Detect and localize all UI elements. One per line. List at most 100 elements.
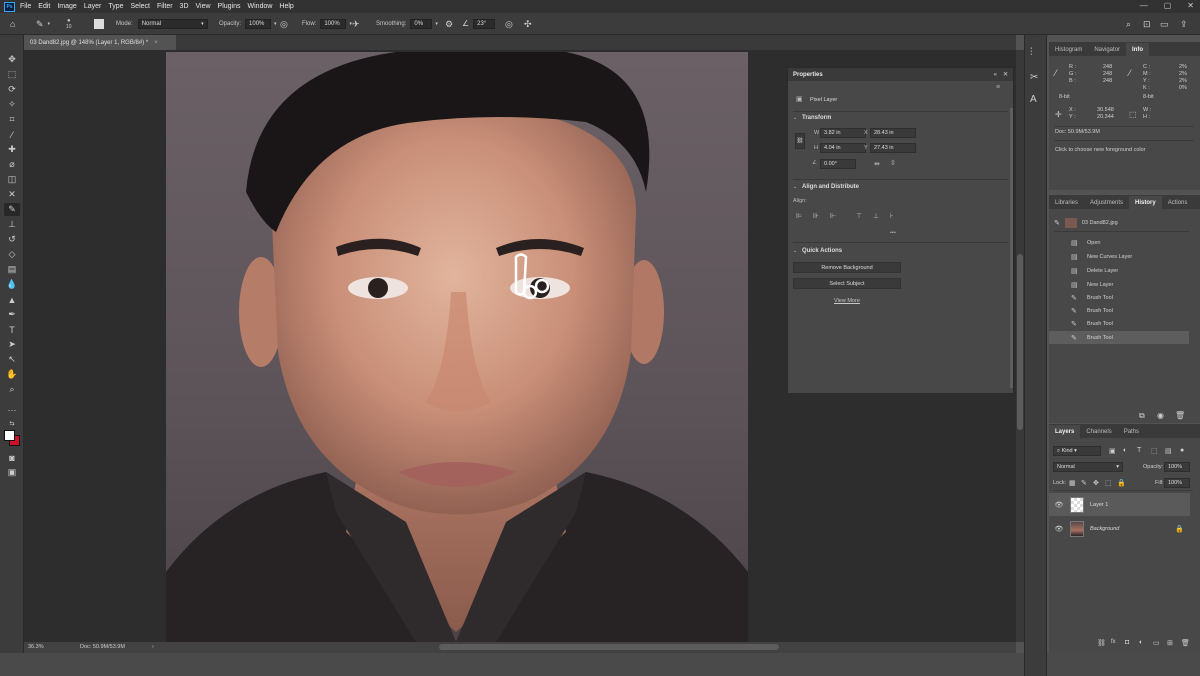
brush-tool-icon[interactable]: ✎ <box>4 203 20 216</box>
more-tools-icon[interactable]: ··· <box>4 403 20 416</box>
menu-select[interactable]: Select <box>131 3 150 10</box>
panel-menu-icon[interactable]: ≡ <box>996 84 1000 91</box>
pen-tool-icon[interactable]: ✒ <box>4 308 20 321</box>
menu-plugins[interactable]: Plugins <box>218 3 241 10</box>
link-dimensions-icon[interactable]: ⛓ <box>795 133 805 149</box>
properties-header[interactable]: Properties « ✕ <box>788 68 1013 81</box>
histogram-icon[interactable]: ⫶ <box>1030 47 1033 58</box>
delete-layer-icon[interactable]: 🗑 <box>1181 639 1190 647</box>
collapse-icon[interactable]: « <box>994 72 997 78</box>
tab-libraries[interactable]: Libraries <box>1049 196 1084 209</box>
pressure-opacity-icon[interactable]: ◎ <box>280 13 288 35</box>
mode-select[interactable]: Normal ▾ <box>137 19 208 29</box>
filter-type-icon[interactable]: T <box>1137 447 1141 454</box>
flip-vertical-icon[interactable]: ⇳ <box>890 159 896 167</box>
portrait-photo[interactable] <box>166 52 748 642</box>
width-field[interactable]: 3.82 in <box>820 128 866 138</box>
menu-file[interactable]: File <box>20 3 31 10</box>
move-tool-icon[interactable]: ✥ <box>4 53 20 66</box>
filter-toggle-icon[interactable]: ● <box>1180 447 1184 454</box>
angle-field[interactable]: 0.00° <box>820 159 856 169</box>
visibility-eye-icon[interactable]: 👁 <box>1054 525 1064 533</box>
default-colors-icon[interactable]: ⇆ <box>4 417 20 430</box>
menu-view[interactable]: View <box>196 3 211 10</box>
menu-help[interactable]: Help <box>279 3 293 10</box>
menu-layer[interactable]: Layer <box>84 3 102 10</box>
screen-mode-icon[interactable]: ▣ <box>4 466 20 479</box>
menu-edit[interactable]: Edit <box>38 3 50 10</box>
layer-row[interactable]: 👁 Layer 1 <box>1049 493 1190 516</box>
layer-name[interactable]: Layer 1 <box>1090 502 1108 508</box>
align-right-icon[interactable]: ⊩ <box>830 212 836 220</box>
lock-pixels-icon[interactable]: ✎ <box>1081 479 1087 487</box>
history-item[interactable]: ✎ Brush Tool <box>1049 304 1189 317</box>
angle-input[interactable]: 23° <box>473 19 496 29</box>
more-options-icon[interactable]: ••• <box>890 230 896 236</box>
transform-chevron-icon[interactable]: ⌄ <box>793 115 797 121</box>
red-eye-icon[interactable]: ✕ <box>4 188 20 201</box>
filter-adjustment-icon[interactable]: ◐ <box>1123 447 1127 454</box>
frame-tool-icon[interactable]: ◫ <box>4 173 20 186</box>
height-field[interactable]: 4.04 in <box>820 143 866 153</box>
status-arrow-icon[interactable]: › <box>152 644 154 650</box>
flow-input[interactable]: 100% <box>320 19 347 29</box>
path-selection-icon[interactable]: ➤ <box>4 338 20 351</box>
history-brush-icon[interactable]: ↺ <box>4 233 20 246</box>
eyedropper-tool-icon[interactable]: ⁄ <box>4 128 20 141</box>
magic-wand-icon[interactable]: ✧ <box>4 98 20 111</box>
lasso-tool-icon[interactable]: ⟳ <box>4 83 20 96</box>
align-top-icon[interactable]: ⊤ <box>856 212 862 220</box>
menu-type[interactable]: Type <box>108 3 123 10</box>
filter-kind-select[interactable]: ⌕ Kind ▾ <box>1053 446 1101 456</box>
share-icon[interactable]: ⇪ <box>1180 13 1188 35</box>
filter-smart-object-icon[interactable]: ▤ <box>1165 447 1172 455</box>
align-chevron-icon[interactable]: ⌄ <box>793 184 797 190</box>
opacity-input[interactable]: 100% <box>245 19 272 29</box>
horizontal-scrollbar[interactable] <box>439 644 779 650</box>
stamp-tool-icon[interactable]: ⊥ <box>4 218 20 231</box>
layer-mask-icon[interactable]: ◘ <box>1125 639 1129 646</box>
tab-navigator[interactable]: Navigator <box>1088 43 1126 56</box>
learn-icon[interactable]: ⊡ <box>1143 13 1151 35</box>
vertical-scrollbar-thumb[interactable] <box>1017 254 1023 430</box>
menu-3d[interactable]: 3D <box>180 3 189 10</box>
document-tab[interactable]: 03 Dand82.jpg @ 148% (Layer 1, RGB/8#) *… <box>24 35 176 50</box>
history-item[interactable]: ▤ New Layer <box>1049 278 1189 291</box>
history-snapshot[interactable]: ✎ 03 Dand82.jpg <box>1049 216 1189 229</box>
healing-brush-icon[interactable]: ✚ <box>4 143 20 156</box>
view-more-link[interactable]: View More <box>834 298 860 304</box>
home-icon[interactable]: ⌂ <box>10 13 15 35</box>
vertical-scrollbar-track[interactable] <box>1016 50 1024 642</box>
hand-tool-icon[interactable]: ✋ <box>4 368 20 381</box>
new-adjustment-layer-icon[interactable]: ◐ <box>1139 639 1143 646</box>
align-left-icon[interactable]: ⊫ <box>796 212 802 220</box>
layer-style-icon[interactable]: fx <box>1111 639 1116 645</box>
quick-actions-chevron-icon[interactable]: ⌄ <box>793 248 797 254</box>
history-item[interactable]: ▤ New Curves Layer <box>1049 250 1189 263</box>
flip-horizontal-icon[interactable]: ⇹ <box>874 160 880 168</box>
gradient-tool-icon[interactable]: ▤ <box>4 263 20 276</box>
search-icon[interactable]: ⌕ <box>1126 13 1131 35</box>
tab-layers[interactable]: Layers <box>1049 425 1081 438</box>
minimize-icon[interactable]: — <box>1140 1 1148 10</box>
filter-shape-icon[interactable]: ⬚ <box>1151 447 1158 455</box>
smoothing-settings-icon[interactable]: ⚙ <box>445 13 453 35</box>
crop-tool-icon[interactable]: ⌗ <box>4 113 20 126</box>
lock-transparent-icon[interactable]: ▦ <box>1069 479 1076 487</box>
history-item[interactable]: ✎ Brush Tool <box>1049 291 1189 304</box>
brush-tool-icon[interactable]: ✎ ▾ <box>36 13 50 35</box>
layer-opacity-input[interactable]: 100% <box>1164 462 1190 472</box>
layer-row[interactable]: 👁 Background 🔒 <box>1049 517 1190 540</box>
type-tool-icon[interactable]: T <box>4 323 20 336</box>
x-field[interactable]: 28.43 in <box>870 128 916 138</box>
patch-tool-icon[interactable]: ⌀ <box>4 158 20 171</box>
blur-tool-icon[interactable]: 💧 <box>4 278 20 291</box>
close-tab-icon[interactable]: × <box>154 40 158 46</box>
menu-image[interactable]: Image <box>57 3 76 10</box>
history-item-selected[interactable]: ✎ Brush Tool <box>1049 331 1189 344</box>
properties-scrollbar[interactable] <box>1010 108 1013 388</box>
tab-history[interactable]: History <box>1129 196 1162 209</box>
new-snapshot-icon[interactable]: ◉ <box>1157 411 1164 420</box>
marquee-tool-icon[interactable]: ⬚ <box>4 68 20 81</box>
quick-mask-icon[interactable]: ◙ <box>4 451 20 464</box>
